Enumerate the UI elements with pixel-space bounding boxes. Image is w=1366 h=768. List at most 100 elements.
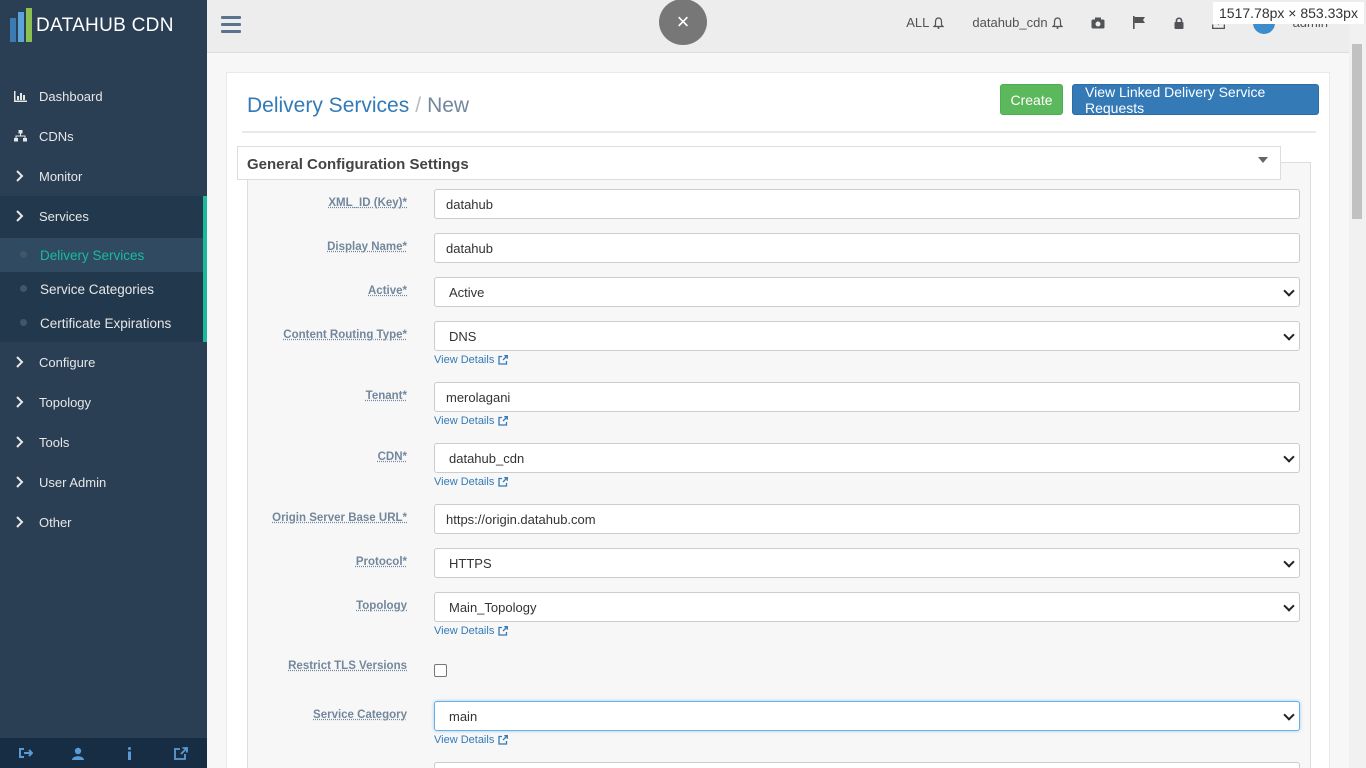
chevron-right-icon bbox=[13, 476, 27, 488]
origin-url-label: Origin Server Base URL* bbox=[272, 512, 407, 524]
active-label: Active* bbox=[368, 285, 407, 297]
xml-id-label: XML_ID (Key)* bbox=[328, 197, 407, 209]
section-title: General Configuration Settings bbox=[247, 156, 469, 173]
external-link-icon bbox=[498, 355, 508, 365]
scrollbar-thumb[interactable] bbox=[1352, 44, 1362, 219]
next-field-partial[interactable] bbox=[434, 762, 1300, 768]
sidebar-item-label: Configure bbox=[39, 355, 95, 370]
restrict-tls-label: Restrict TLS Versions bbox=[288, 660, 407, 672]
external-link-icon bbox=[498, 416, 508, 426]
service-category-select[interactable]: main bbox=[434, 701, 1300, 731]
cdn-label: CDN* bbox=[378, 451, 407, 463]
menu-toggle-icon[interactable] bbox=[221, 16, 241, 37]
view-details-label: View Details bbox=[434, 354, 494, 366]
sidebar-item-label: Other bbox=[39, 515, 72, 530]
cdn-label: datahub_cdn bbox=[972, 15, 1047, 30]
external-link-icon bbox=[498, 477, 508, 487]
active-select[interactable]: Active bbox=[434, 277, 1300, 307]
chevron-right-icon bbox=[13, 210, 27, 222]
create-button[interactable]: Create bbox=[1000, 84, 1063, 115]
cdn-select[interactable]: datahub_cdn bbox=[434, 443, 1300, 473]
tenant-input[interactable]: merolagani bbox=[434, 382, 1300, 412]
sidebar-item-tools[interactable]: Tools bbox=[0, 422, 207, 462]
view-details-label: View Details bbox=[434, 415, 494, 427]
sidebar-item-label: Services bbox=[39, 209, 89, 224]
page-scrollbar[interactable] bbox=[1349, 24, 1366, 768]
routing-type-view-details-link[interactable]: View Details bbox=[434, 354, 508, 366]
sitemap-icon bbox=[13, 130, 27, 142]
protocol-select[interactable]: HTTPS bbox=[434, 548, 1300, 578]
topology-label: Topology bbox=[356, 600, 407, 612]
sidebar-item-label: Tools bbox=[39, 435, 69, 450]
flag-icon[interactable] bbox=[1133, 16, 1146, 29]
sidebar-item-dashboard[interactable]: Dashboard bbox=[0, 76, 207, 116]
sidebar-item-services[interactable]: Services bbox=[0, 196, 207, 236]
sidebar-item-label: User Admin bbox=[39, 475, 106, 490]
sidebar-item-user-admin[interactable]: User Admin bbox=[0, 462, 207, 502]
breadcrumb-delivery-services[interactable]: Delivery Services bbox=[247, 94, 409, 117]
breadcrumb-separator: / bbox=[415, 94, 421, 117]
external-link-icon bbox=[498, 626, 508, 636]
sidebar-item-label: CDNs bbox=[39, 129, 74, 144]
sign-out-icon[interactable] bbox=[0, 738, 52, 768]
viewport-size-tooltip: 1517.78px × 853.33px bbox=[1213, 2, 1364, 24]
view-details-label: View Details bbox=[434, 476, 494, 488]
view-details-label: View Details bbox=[434, 625, 494, 637]
brand[interactable]: DATAHUB CDN bbox=[0, 0, 207, 52]
service-category-label: Service Category bbox=[313, 709, 407, 721]
bar-chart-icon bbox=[13, 91, 27, 102]
restrict-tls-checkbox[interactable] bbox=[434, 664, 447, 677]
tenant-view-details-link[interactable]: View Details bbox=[434, 415, 508, 427]
sidebar-item-other[interactable]: Other bbox=[0, 502, 207, 542]
origin-url-input[interactable]: https://origin.datahub.com bbox=[434, 504, 1300, 534]
bell-icon bbox=[1052, 17, 1063, 29]
camera-icon[interactable] bbox=[1091, 17, 1105, 29]
panel-header: Delivery Services / New Create View Linked… bbox=[242, 73, 1316, 133]
chevron-right-icon bbox=[13, 170, 27, 182]
general-config-header[interactable]: General Configuration Settings bbox=[237, 146, 1281, 180]
brand-logo-icon bbox=[8, 8, 38, 44]
xml-id-input[interactable]: datahub bbox=[434, 189, 1300, 219]
sidebar-subitem-service-categories[interactable]: Service Categories bbox=[0, 272, 203, 306]
sidebar-item-label: Dashboard bbox=[39, 89, 103, 104]
services-submenu: Delivery Services Service Categories Cer… bbox=[0, 236, 207, 342]
cdn-notifications-link[interactable]: datahub_cdn bbox=[972, 15, 1062, 30]
sidebar-item-configure[interactable]: Configure bbox=[0, 342, 207, 382]
chevron-right-icon bbox=[13, 396, 27, 408]
cdn-view-details-link[interactable]: View Details bbox=[434, 476, 508, 488]
top-navbar: ALL datahub_cdn admin bbox=[207, 0, 1366, 53]
service-category-view-details-link[interactable]: View Details bbox=[434, 734, 508, 746]
routing-type-select[interactable]: DNS bbox=[434, 321, 1300, 351]
chevron-down-icon bbox=[1258, 157, 1268, 163]
view-details-label: View Details bbox=[434, 734, 494, 746]
topology-select[interactable]: Main_Topology bbox=[434, 592, 1300, 622]
protocol-label: Protocol* bbox=[356, 556, 407, 568]
brand-name: DATAHUB CDN bbox=[36, 15, 174, 37]
sidebar-footer bbox=[0, 738, 207, 768]
sidebar-menu: Dashboard CDNs Monitor Services Delivery… bbox=[0, 76, 207, 542]
info-icon[interactable] bbox=[104, 738, 156, 768]
close-overlay-button[interactable]: × bbox=[659, 0, 707, 45]
user-icon[interactable] bbox=[52, 738, 104, 768]
chevron-right-icon bbox=[13, 356, 27, 368]
chevron-right-icon bbox=[13, 436, 27, 448]
external-link-icon[interactable] bbox=[155, 738, 207, 768]
sidebar-item-monitor[interactable]: Monitor bbox=[0, 156, 207, 196]
external-link-icon bbox=[498, 735, 508, 745]
display-name-label: Display Name* bbox=[327, 241, 407, 253]
close-icon: × bbox=[677, 9, 690, 35]
view-linked-requests-button[interactable]: View Linked Delivery Service Requests bbox=[1072, 84, 1319, 115]
sidebar-subitem-certificate-expirations[interactable]: Certificate Expirations bbox=[0, 306, 203, 340]
breadcrumb-current: New bbox=[427, 94, 469, 117]
all-label: ALL bbox=[906, 15, 929, 30]
lock-icon[interactable] bbox=[1174, 17, 1184, 29]
sidebar-item-topology[interactable]: Topology bbox=[0, 382, 207, 422]
tenant-label: Tenant* bbox=[366, 390, 407, 402]
routing-type-label: Content Routing Type* bbox=[283, 329, 407, 341]
display-name-input[interactable]: datahub bbox=[434, 233, 1300, 263]
sidebar-subitem-delivery-services[interactable]: Delivery Services bbox=[0, 238, 203, 272]
sidebar-item-cdns[interactable]: CDNs bbox=[0, 116, 207, 156]
sidebar: DATAHUB CDN Dashboard CDNs Monitor Servi… bbox=[0, 0, 207, 768]
topology-view-details-link[interactable]: View Details bbox=[434, 625, 508, 637]
all-notifications-link[interactable]: ALL bbox=[906, 15, 944, 30]
